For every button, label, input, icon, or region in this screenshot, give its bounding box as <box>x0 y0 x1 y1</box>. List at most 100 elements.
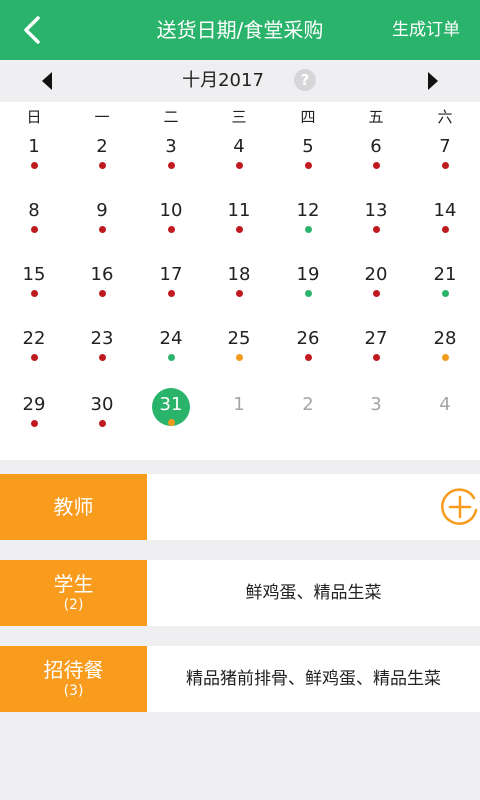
add-item-area <box>147 474 480 540</box>
status-dot <box>98 290 106 297</box>
status-dot <box>441 226 449 233</box>
day-number: 24 <box>159 328 183 349</box>
group-row-student[interactable]: 学生 (2) 鲜鸡蛋、精品生菜 <box>0 560 480 626</box>
day-number: 3 <box>370 394 382 415</box>
calendar-day[interactable]: 8 <box>0 194 68 246</box>
next-month-icon[interactable] <box>422 71 442 91</box>
calendar-day[interactable]: 1 <box>205 388 273 440</box>
weekday-header: 三 <box>231 108 247 126</box>
weekday-header: 五 <box>368 108 384 126</box>
calendar-day[interactable]: 13 <box>342 194 410 246</box>
status-dot <box>30 290 38 297</box>
day-number: 18 <box>227 264 251 285</box>
status-dot <box>304 290 312 297</box>
status-dot <box>98 162 106 169</box>
status-dot <box>98 354 106 361</box>
day-number: 2 <box>96 136 108 157</box>
day-number: 12 <box>296 200 320 221</box>
day-number: 8 <box>28 200 40 221</box>
month-label: 十月2017 <box>182 70 264 91</box>
calendar-day[interactable]: 3 <box>137 130 205 182</box>
calendar-day[interactable]: 2 <box>274 388 342 440</box>
calendar-day[interactable]: 3 <box>342 388 410 440</box>
calendar-day[interactable]: 29 <box>0 388 68 440</box>
day-number: 30 <box>90 394 114 415</box>
calendar-day[interactable]: 4 <box>205 130 273 182</box>
category-name: 招待餐 <box>43 658 104 682</box>
day-number: 13 <box>364 200 388 221</box>
calendar-day[interactable]: 11 <box>205 194 273 246</box>
status-dot <box>441 162 449 169</box>
status-dot <box>30 354 38 361</box>
day-number: 22 <box>22 328 46 349</box>
group-row-teacher[interactable]: 教师 <box>0 474 480 540</box>
day-number: 1 <box>233 394 245 415</box>
calendar-day[interactable]: 4 <box>411 388 479 440</box>
app-header: 送货日期/食堂采购 生成订单 <box>0 0 480 60</box>
calendar-day[interactable]: 9 <box>68 194 136 246</box>
weekday-header: 日 <box>26 108 42 126</box>
calendar-day[interactable]: 25 <box>205 322 273 374</box>
calendar-day[interactable]: 28 <box>411 322 479 374</box>
calendar-day[interactable]: 15 <box>0 258 68 310</box>
status-dot <box>235 354 243 361</box>
weekday-header: 二 <box>163 108 179 126</box>
calendar-day[interactable]: 26 <box>274 322 342 374</box>
day-number: 19 <box>296 264 320 285</box>
calendar-day[interactable]: 5 <box>274 130 342 182</box>
item-list: 精品猪前排骨、鲜鸡蛋、精品生菜 <box>186 669 441 689</box>
calendar-day[interactable]: 24 <box>137 322 205 374</box>
calendar-day[interactable]: 27 <box>342 322 410 374</box>
calendar-day[interactable]: 7 <box>411 130 479 182</box>
status-dot <box>235 226 243 233</box>
day-number: 3 <box>165 136 177 157</box>
day-number: 16 <box>90 264 114 285</box>
status-dot <box>372 226 380 233</box>
calendar-day[interactable]: 23 <box>68 322 136 374</box>
status-dot <box>304 226 312 233</box>
calendar-day[interactable]: 1 <box>0 130 68 182</box>
status-dot <box>98 420 106 427</box>
calendar-day[interactable]: 2 <box>68 130 136 182</box>
calendar-day[interactable]: 22 <box>0 322 68 374</box>
status-dot <box>372 354 380 361</box>
item-list: 鲜鸡蛋、精品生菜 <box>245 583 382 603</box>
day-number: 4 <box>439 394 451 415</box>
calendar-day[interactable]: 18 <box>205 258 273 310</box>
calendar-day[interactable]: 20 <box>342 258 410 310</box>
status-dot <box>304 162 312 169</box>
day-number: 11 <box>227 200 251 221</box>
status-dot <box>167 226 175 233</box>
calendar-day[interactable]: 14 <box>411 194 479 246</box>
day-number: 20 <box>364 264 388 285</box>
calendar-day[interactable]: 10 <box>137 194 205 246</box>
category-name: 学生 <box>53 572 94 596</box>
calendar-day[interactable]: 19 <box>274 258 342 310</box>
day-number: 29 <box>22 394 46 415</box>
status-dot <box>98 226 106 233</box>
calendar-day[interactable]: 16 <box>68 258 136 310</box>
calendar-day[interactable]: 17 <box>137 258 205 310</box>
help-icon[interactable]: ? <box>294 69 316 91</box>
weekday-header: 六 <box>437 108 453 126</box>
category-name: 教师 <box>53 495 94 519</box>
category-label: 教师 <box>0 474 147 540</box>
calendar-day[interactable]: 21 <box>411 258 479 310</box>
status-dot <box>167 354 175 361</box>
status-dot <box>441 290 449 297</box>
category-label: 招待餐 (3) <box>0 646 147 712</box>
day-number: 15 <box>22 264 46 285</box>
calendar-day-selected[interactable]: 31 <box>137 388 205 440</box>
group-row-guest-meal[interactable]: 招待餐 (3) 精品猪前排骨、鲜鸡蛋、精品生菜 <box>0 646 480 712</box>
add-circle-icon[interactable] <box>441 488 479 526</box>
status-dot <box>304 354 312 361</box>
day-number: 28 <box>433 328 457 349</box>
calendar-day[interactable]: 6 <box>342 130 410 182</box>
generate-order-button[interactable]: 生成订单 <box>392 0 460 60</box>
category-count: (3) <box>63 683 84 699</box>
calendar-day[interactable]: 30 <box>68 388 136 440</box>
category-count: (2) <box>63 597 84 613</box>
calendar-day[interactable]: 12 <box>274 194 342 246</box>
day-number: 26 <box>296 328 320 349</box>
day-number: 14 <box>433 200 457 221</box>
